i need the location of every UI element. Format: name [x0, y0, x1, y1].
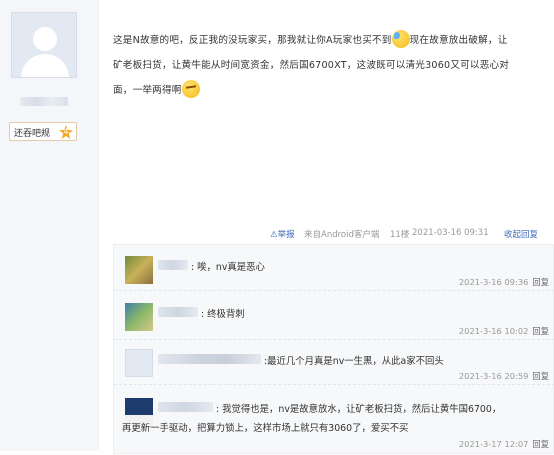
reply-time: 2021-3-17 12:07 回复	[458, 439, 549, 449]
reply-button[interactable]: 回复	[532, 439, 549, 449]
post-line2: 矿老板扫货，让黄牛能从时间宽资金，然后国6700XT，这波既可以清光3060又可…	[113, 60, 510, 71]
author-column: 还吞吧规 4	[0, 0, 99, 451]
post-time: 2021-03-16 09:31	[412, 228, 489, 238]
reply-button[interactable]: 回复	[532, 326, 549, 336]
reply-list: : 唉，nv真是恶心 2021-3-16 09:36 回复 : 终极背刺 2021…	[113, 244, 554, 454]
author-name-redacted[interactable]	[20, 97, 68, 106]
level-star-icon: 4	[59, 125, 73, 139]
reply-text-continued: 再更新一手驱动，把算力锁上，这样市场上就只有3060了，爱买不买	[122, 423, 409, 434]
warning-icon: ⚠	[270, 230, 278, 240]
reply-time: 2021-3-16 20:59 回复	[458, 371, 549, 381]
sweat-emoji-icon	[391, 30, 410, 48]
reply-avatar[interactable]	[125, 349, 153, 377]
reply-username-redacted[interactable]	[158, 354, 261, 364]
post-line1: 这是N故意的吧，反正我的没玩家买，那我就让你A玩家也买不到	[113, 35, 392, 46]
floor-number: 11楼	[390, 230, 410, 240]
reply-time: 2021-3-16 09:36 回复	[458, 277, 549, 287]
post-line3: 面，一举两得啊	[113, 85, 182, 96]
reply-item: : 终极背刺 2021-3-16 10:02 回复	[114, 291, 554, 340]
reply-item: : 唉，nv真是恶心 2021-3-16 09:36 回复	[114, 245, 554, 291]
reply-username-redacted[interactable]	[158, 402, 213, 412]
reply-avatar[interactable]	[125, 256, 153, 284]
angry-emoji-icon	[181, 80, 200, 98]
reply-text: :最近几个月真是nv一生黑，从此a家不回头	[264, 356, 444, 367]
reply-item: : 我觉得也是，nv是故意放水，让矿老板扫货，然后让黄牛国6700， 再更新一手…	[114, 385, 554, 455]
device-source: 来自Android客户端	[304, 230, 380, 240]
avatar-head-shape	[33, 27, 57, 51]
report-link[interactable]: ⚠举报	[270, 228, 295, 240]
author-avatar[interactable]	[11, 12, 77, 78]
level-label: 还吞吧规	[14, 129, 51, 139]
reply-item: :最近几个月真是nv一生黑，从此a家不回头 2021-3-16 20:59 回复	[114, 340, 554, 385]
reply-username-redacted[interactable]	[158, 307, 198, 317]
reply-time: 2021-3-16 10:02 回复	[458, 326, 549, 336]
avatar-body-shape	[21, 54, 69, 77]
collapse-replies-link[interactable]: 收起回复	[504, 228, 538, 240]
reply-username-redacted[interactable]	[158, 260, 188, 270]
reply-text: : 唉，nv真是恶心	[191, 262, 265, 273]
reply-text: : 终极背刺	[201, 309, 245, 320]
reply-button[interactable]: 回复	[532, 277, 549, 287]
reply-avatar[interactable]	[125, 303, 153, 331]
post-content: 这是N故意的吧，反正我的没玩家买，那我就让你A玩家也买不到 现在故意放出破解，让 …	[113, 28, 553, 103]
level-badge[interactable]: 还吞吧规 4	[9, 122, 77, 141]
reply-text: : 我觉得也是，nv是故意放水，让矿老板扫货，然后让黄牛国6700，	[216, 404, 502, 415]
reply-button[interactable]: 回复	[532, 371, 549, 381]
post-line1-after: 现在故意放出破解，让	[409, 35, 508, 46]
